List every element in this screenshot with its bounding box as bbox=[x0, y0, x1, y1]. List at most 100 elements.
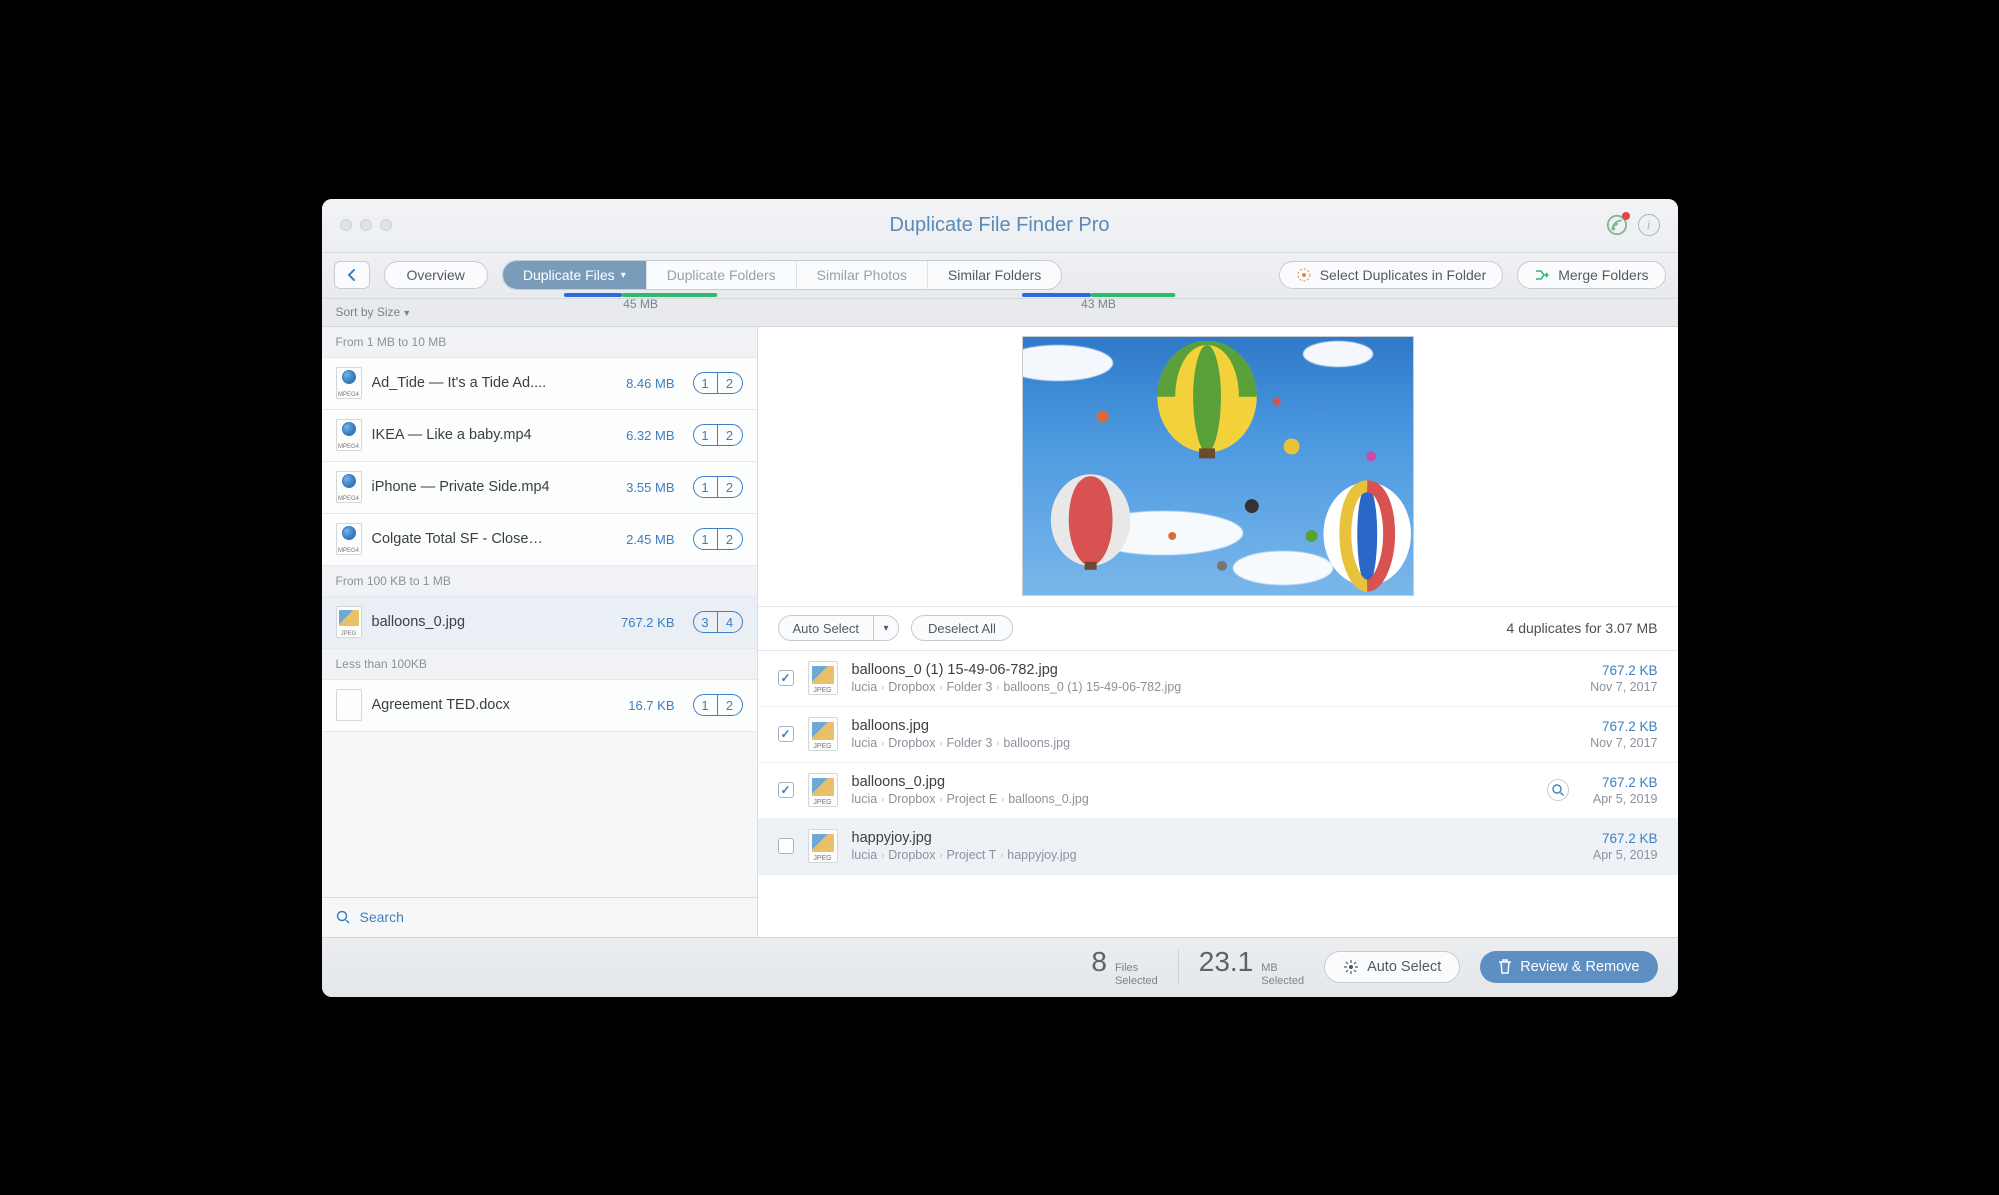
file-size: 8.46 MB bbox=[613, 376, 675, 391]
sort-dropdown[interactable]: Sort by Size▼ bbox=[336, 305, 412, 319]
preview-image bbox=[1022, 336, 1414, 596]
file-row[interactable]: MPEG4iPhone — Private Side.mp43.55 MB12 bbox=[322, 462, 757, 514]
select-duplicates-in-folder-button[interactable]: Select Duplicates in Folder bbox=[1279, 261, 1504, 289]
indicator-label: 43 MB bbox=[1081, 297, 1116, 311]
duplicate-name: balloons.jpg bbox=[852, 718, 1577, 734]
checkbox[interactable] bbox=[778, 838, 794, 854]
stat-files-selected: 8 FilesSelected bbox=[1091, 946, 1157, 988]
duplicate-size: 767.2 KB bbox=[1593, 775, 1658, 790]
footer-auto-select-button[interactable]: Auto Select bbox=[1324, 951, 1460, 983]
count-pill[interactable]: 12 bbox=[693, 424, 743, 446]
search-row[interactable]: Search bbox=[322, 897, 757, 937]
tab-label: Similar Folders bbox=[948, 267, 1041, 283]
group-header: From 1 MB to 10 MB bbox=[322, 327, 757, 358]
chevron-left-icon bbox=[346, 269, 358, 281]
file-list: From 1 MB to 10 MBMPEG4Ad_Tide — It's a … bbox=[322, 327, 757, 897]
deselect-all-button[interactable]: Deselect All bbox=[911, 615, 1013, 641]
duplicate-name: happyjoy.jpg bbox=[852, 830, 1579, 846]
file-size: 3.55 MB bbox=[613, 480, 675, 495]
stat-label: MBSelected bbox=[1261, 962, 1304, 988]
balloons-illustration bbox=[1023, 337, 1413, 596]
duplicate-date: Apr 5, 2019 bbox=[1593, 792, 1658, 806]
duplicate-path: lucia ›Dropbox ›Project E ›balloons_0.jp… bbox=[852, 792, 1533, 806]
overview-button[interactable]: Overview bbox=[384, 261, 488, 289]
file-type-icon: JPEG bbox=[808, 773, 838, 807]
stat-label: FilesSelected bbox=[1115, 962, 1158, 988]
target-icon bbox=[1296, 267, 1312, 283]
file-name: IKEA — Like a baby.mp4 bbox=[372, 427, 603, 443]
file-row[interactable]: JPEG balloons_0.jpg 767.2 KB 34 bbox=[322, 597, 757, 649]
titlebar: Duplicate File Finder Pro i bbox=[322, 199, 1678, 253]
close-window-button[interactable] bbox=[340, 219, 352, 231]
file-type-icon: JPEG bbox=[808, 661, 838, 695]
file-size: 2.45 MB bbox=[613, 532, 675, 547]
button-label: Auto Select bbox=[1367, 959, 1441, 975]
duplicate-summary: 4 duplicates for 3.07 MB bbox=[1507, 620, 1658, 636]
caret-down-icon: ▼ bbox=[402, 308, 411, 318]
file-type-icon bbox=[336, 689, 362, 721]
count-pill[interactable]: 12 bbox=[693, 694, 743, 716]
duplicate-row[interactable]: JPEG balloons_0 (1) 15-49-06-782.jpglucia… bbox=[758, 651, 1678, 707]
duplicate-date: Nov 7, 2017 bbox=[1590, 680, 1657, 694]
file-name: balloons_0.jpg bbox=[372, 614, 603, 630]
file-name: Colgate Total SF - Close… bbox=[372, 531, 603, 547]
sort-label: Sort by Size bbox=[336, 305, 401, 319]
review-remove-button[interactable]: Review & Remove bbox=[1480, 951, 1657, 983]
minimize-window-button[interactable] bbox=[360, 219, 372, 231]
duplicate-row[interactable]: JPEGballoons.jpglucia ›Dropbox ›Folder 3… bbox=[758, 707, 1678, 763]
notification-dot bbox=[1622, 212, 1630, 220]
duplicate-path: lucia ›Dropbox ›Project T ›happyjoy.jpg bbox=[852, 848, 1579, 862]
feed-icon[interactable] bbox=[1606, 214, 1628, 236]
indicator-label: 45 MB bbox=[623, 297, 658, 311]
duplicate-name: balloons_0 (1) 15-49-06-782.jpg bbox=[852, 662, 1577, 678]
search-icon bbox=[336, 910, 350, 924]
file-row[interactable]: MPEG4Colgate Total SF - Close…2.45 MB12 bbox=[322, 514, 757, 566]
sparkle-icon bbox=[1343, 959, 1359, 975]
tab-duplicate-files[interactable]: Duplicate Files ▾ bbox=[503, 261, 647, 289]
divider bbox=[1178, 950, 1179, 984]
tab-similar-folders[interactable]: Similar Folders bbox=[928, 261, 1061, 289]
file-size: 16.7 KB bbox=[613, 698, 675, 713]
duplicate-info: happyjoy.jpg lucia ›Dropbox ›Project T ›h… bbox=[852, 830, 1579, 862]
file-row[interactable]: MPEG4IKEA — Like a baby.mp46.32 MB12 bbox=[322, 410, 757, 462]
file-name: iPhone — Private Side.mp4 bbox=[372, 479, 603, 495]
tabbar: Duplicate Files ▾ Duplicate Folders Simi… bbox=[502, 260, 1062, 290]
duplicate-row[interactable]: JPEG balloons_0.jpglucia ›Dropbox ›Projec… bbox=[758, 763, 1678, 819]
tab-similar-photos[interactable]: Similar Photos bbox=[797, 261, 928, 289]
quicklook-icon[interactable] bbox=[1547, 779, 1569, 801]
auto-select-button[interactable]: Auto Select bbox=[779, 616, 875, 640]
duplicate-date: Apr 5, 2019 bbox=[1593, 848, 1658, 862]
main-toolbar: Overview Duplicate Files ▾ Duplicate Fol… bbox=[322, 253, 1678, 299]
button-label: Select Duplicates in Folder bbox=[1320, 267, 1487, 283]
count-pill[interactable]: 12 bbox=[693, 476, 743, 498]
count-pill[interactable]: 12 bbox=[693, 528, 743, 550]
auto-select-segmented: Auto Select ▾ bbox=[778, 615, 900, 641]
checkbox[interactable] bbox=[778, 726, 794, 742]
checkbox[interactable] bbox=[778, 670, 794, 686]
file-size: 767.2 KB bbox=[613, 615, 675, 630]
checkbox[interactable] bbox=[778, 782, 794, 798]
file-row[interactable]: Agreement TED.docx16.7 KB12 bbox=[322, 680, 757, 732]
duplicate-row[interactable]: JPEGhappyjoy.jpglucia ›Dropbox ›Project … bbox=[758, 819, 1678, 875]
sub-toolbar: Sort by Size▼ 45 MB 43 MB bbox=[322, 299, 1678, 327]
tab-duplicate-folders[interactable]: Duplicate Folders bbox=[647, 261, 797, 289]
main-content: From 1 MB to 10 MBMPEG4Ad_Tide — It's a … bbox=[322, 327, 1678, 937]
duplicate-path: lucia ›Dropbox ›Folder 3 ›balloons.jpg bbox=[852, 736, 1577, 750]
button-label: Merge Folders bbox=[1558, 267, 1648, 283]
duplicate-date: Nov 7, 2017 bbox=[1590, 736, 1657, 750]
duplicate-toolbar: Auto Select ▾ Deselect All 4 duplicates … bbox=[758, 607, 1678, 651]
back-button[interactable] bbox=[334, 261, 370, 289]
duplicate-info: balloons_0 (1) 15-49-06-782.jpglucia ›Dr… bbox=[852, 662, 1577, 694]
count-pill[interactable]: 12 bbox=[693, 372, 743, 394]
stat-mb-selected: 23.1 MBSelected bbox=[1199, 946, 1304, 988]
zoom-window-button[interactable] bbox=[380, 219, 392, 231]
file-type-icon: JPEG bbox=[336, 606, 362, 638]
auto-select-dropdown[interactable]: ▾ bbox=[874, 616, 898, 640]
count-pill[interactable]: 34 bbox=[693, 611, 743, 633]
merge-icon bbox=[1534, 267, 1550, 283]
merge-folders-button[interactable]: Merge Folders bbox=[1517, 261, 1665, 289]
file-name: Ad_Tide — It's a Tide Ad.... bbox=[372, 375, 603, 391]
duplicate-name: balloons_0.jpg bbox=[852, 774, 1533, 790]
info-icon[interactable]: i bbox=[1638, 214, 1660, 236]
file-row[interactable]: MPEG4Ad_Tide — It's a Tide Ad....8.46 MB… bbox=[322, 358, 757, 410]
